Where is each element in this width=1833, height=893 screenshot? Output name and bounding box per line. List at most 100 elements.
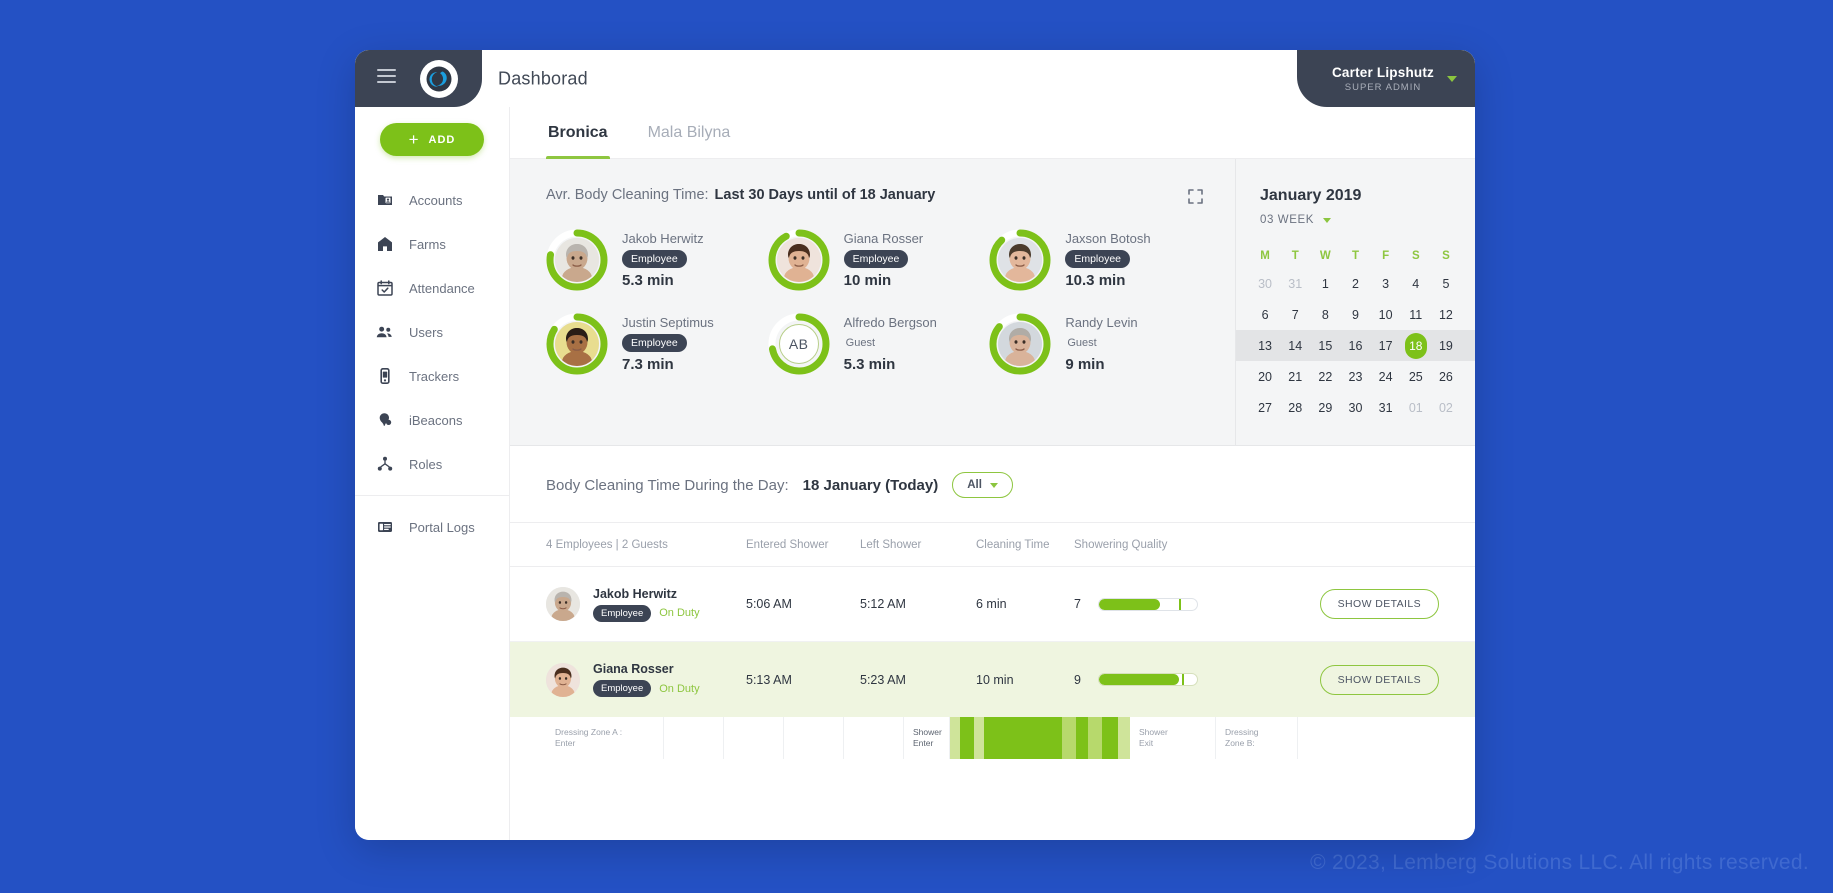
- calendar-day[interactable]: 01: [1401, 392, 1431, 423]
- avg-person-card[interactable]: Justin Septimus Employee 7.3 min: [546, 313, 768, 375]
- calendar-day[interactable]: 31: [1280, 268, 1310, 299]
- calendar-day[interactable]: 7: [1280, 299, 1310, 330]
- top-panel: Avr. Body Cleaning Time: Last 30 Days un…: [510, 159, 1475, 446]
- col-cleaning: Cleaning Time: [976, 538, 1050, 551]
- calendar-day[interactable]: 30: [1250, 268, 1280, 299]
- table-row[interactable]: Jakob Herwitz Employee On Duty 5:06 AM 5:12 …: [510, 567, 1475, 642]
- row-tags: Employee On Duty: [593, 604, 700, 622]
- calendar-day[interactable]: 20: [1250, 361, 1280, 392]
- user-role: SUPER ADMIN: [1344, 81, 1422, 93]
- calendar-day[interactable]: 5: [1431, 268, 1461, 299]
- calendar-day[interactable]: 9: [1340, 299, 1370, 330]
- avg-person-card[interactable]: Randy Levin Guest 9 min: [989, 313, 1211, 375]
- person-badge: Guest: [1067, 337, 1097, 349]
- avg-cleaning-time-panel: Avr. Body Cleaning Time: Last 30 Days un…: [510, 159, 1235, 445]
- calendar-day[interactable]: 31: [1371, 392, 1401, 423]
- calendar-grid: M T W T F S S 30 31 1 2 3 4 5 6 7 8 9 10 11 12 13 14 15 16 17 18 19…: [1236, 244, 1475, 423]
- calendar-day[interactable]: 28: [1280, 392, 1310, 423]
- progress-ring: [989, 229, 1051, 291]
- row-badge: Employee: [593, 604, 652, 622]
- fullscreen-expand-icon[interactable]: [1188, 189, 1203, 204]
- calendar-day[interactable]: 21: [1280, 361, 1310, 392]
- calendar-day[interactable]: 19: [1431, 330, 1461, 361]
- calendar-day[interactable]: 11: [1401, 299, 1431, 330]
- chevron-down-icon: [1447, 75, 1457, 82]
- avg-person-card[interactable]: AB Alfredo Bergson Guest 5.3 min: [768, 313, 990, 375]
- calendar-day[interactable]: 23: [1340, 361, 1370, 392]
- add-button[interactable]: + ADD: [380, 123, 484, 156]
- show-details-button[interactable]: SHOW DETAILS: [1319, 589, 1439, 619]
- sidebar-item-accounts[interactable]: Accounts: [355, 178, 509, 222]
- quality-bar: [1098, 597, 1198, 611]
- sidebar-item-farms[interactable]: Farms: [355, 222, 509, 266]
- calendar-day-today[interactable]: 18: [1401, 330, 1431, 361]
- attendance-icon: [376, 280, 393, 297]
- sidebar-item-trackers[interactable]: Trackers: [355, 354, 509, 398]
- calendar-day[interactable]: 16: [1340, 330, 1370, 361]
- hamburger-icon[interactable]: [377, 69, 396, 83]
- timeline-segment: [664, 717, 724, 759]
- calendar-day[interactable]: 22: [1310, 361, 1340, 392]
- tab-mala-bilyna[interactable]: Mala Bilyna: [646, 107, 733, 159]
- sidebar-item-attendance[interactable]: Attendance: [355, 266, 509, 310]
- show-details-button[interactable]: SHOW DETAILS: [1319, 664, 1439, 695]
- calendar-day[interactable]: 02: [1431, 392, 1461, 423]
- sidebar-item-portal-logs[interactable]: Portal Logs: [355, 505, 509, 549]
- calendar-day[interactable]: 14: [1280, 330, 1310, 361]
- sidebar-item-label: Farms: [409, 236, 446, 252]
- avg-person-card[interactable]: Giana Rosser Employee 10 min: [768, 229, 990, 291]
- person-badge: Employee: [1065, 250, 1131, 268]
- chevron-down-icon: [1323, 217, 1332, 223]
- quality-bar-fill: [1099, 598, 1160, 610]
- avatar: [546, 587, 580, 621]
- avg-person-card[interactable]: Jaxson Botosh Employee 10.3 min: [989, 229, 1211, 291]
- avg-person-info: Alfredo Bergson Guest 5.3 min: [844, 315, 937, 373]
- avatar: [776, 238, 821, 282]
- roles-icon: [376, 456, 393, 473]
- table-row[interactable]: Giana Rosser Employee On Duty 5:13 AM 5:23 A…: [510, 642, 1475, 717]
- calendar-day[interactable]: 15: [1310, 330, 1340, 361]
- timeline-bar: [1076, 717, 1088, 759]
- calendar-week-selector[interactable]: 03 WEEK: [1236, 214, 1475, 226]
- calendar-day[interactable]: 17: [1371, 330, 1401, 361]
- sidebar: + ADD Accounts Farms Attendance Users Tracke…: [355, 107, 510, 840]
- tab-bronica[interactable]: Bronica: [546, 107, 610, 159]
- timeline-bar: [1118, 717, 1130, 759]
- calendar-day[interactable]: 27: [1250, 392, 1280, 423]
- calendar-day[interactable]: 30: [1340, 392, 1370, 423]
- calendar-day[interactable]: 25: [1401, 361, 1431, 392]
- progress-ring: [546, 229, 608, 291]
- avatar: [998, 238, 1043, 282]
- person-avg-time: 7.3 min: [622, 356, 674, 373]
- sidebar-item-label: iBeacons: [409, 412, 463, 428]
- calendar-day[interactable]: 12: [1431, 299, 1461, 330]
- calendar-day[interactable]: 24: [1371, 361, 1401, 392]
- row-tags: Employee On Duty: [593, 680, 700, 697]
- timeline-strip[interactable]: Dressing Zone A : Enter Shower Enter Shower E…: [546, 717, 1439, 759]
- avg-person-card[interactable]: Jakob Herwitz Employee 5.3 min: [546, 229, 768, 291]
- calendar-day[interactable]: 10: [1371, 299, 1401, 330]
- timeline-label-line1: Shower: [1139, 726, 1168, 737]
- user-menu[interactable]: Carter Lipshutz SUPER ADMIN: [1297, 50, 1475, 107]
- sidebar-item-ibeacons[interactable]: iBeacons: [355, 398, 509, 442]
- timeline-label-line2: Enter: [555, 738, 576, 748]
- calendar-day[interactable]: 3: [1371, 268, 1401, 299]
- sidebar-item-roles[interactable]: Roles: [355, 442, 509, 486]
- calendar-day[interactable]: 1: [1310, 268, 1340, 299]
- row-left-shower: 5:23 AM: [860, 672, 906, 687]
- sidebar-item-users[interactable]: Users: [355, 310, 509, 354]
- calendar-day[interactable]: 13: [1250, 330, 1280, 361]
- person-name: Justin Septimus: [622, 315, 714, 330]
- brand-logo-icon[interactable]: [420, 60, 458, 98]
- people-grid: Jakob Herwitz Employee 5.3 min Giana Rosser…: [546, 229, 1235, 375]
- app-window: Dashborad Carter Lipshutz SUPER ADMIN + …: [355, 50, 1475, 840]
- filter-select-all[interactable]: All: [952, 472, 1013, 498]
- calendar-day[interactable]: 2: [1340, 268, 1370, 299]
- row-badge: Employee: [593, 680, 652, 697]
- calendar-day[interactable]: 29: [1310, 392, 1340, 423]
- calendar-day[interactable]: 4: [1401, 268, 1431, 299]
- avg-person-info: Jakob Herwitz Employee 5.3 min: [622, 231, 704, 289]
- calendar-day[interactable]: 8: [1310, 299, 1340, 330]
- calendar-day[interactable]: 6: [1250, 299, 1280, 330]
- calendar-day[interactable]: 26: [1431, 361, 1461, 392]
